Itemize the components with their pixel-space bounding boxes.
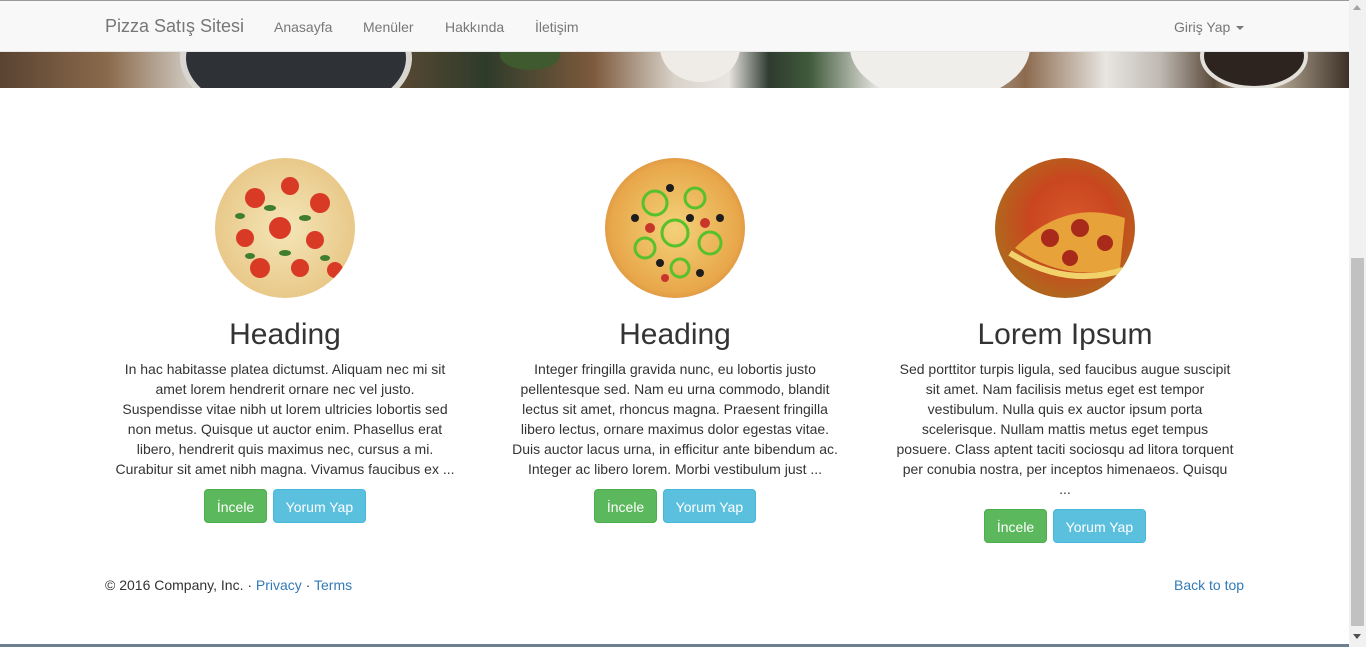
scrollbar-thumb[interactable] — [1351, 258, 1364, 626]
login-label: Giriş Yap — [1174, 19, 1231, 35]
feature-text: In hac habitasse platea dictumst. Aliqua… — [115, 361, 455, 477]
margherita-pizza-icon — [235, 177, 343, 278]
feature-heading: Heading — [619, 318, 731, 351]
yorum-yap-button[interactable]: Yorum Yap — [662, 489, 757, 523]
feature-text: Sed porttitor turpis ligula, sed faucibu… — [896, 361, 1234, 497]
footer-separator: · — [305, 577, 311, 593]
feature-column-3: Lorem Ipsum Sed porttitor turpis ligula,… — [895, 158, 1235, 543]
scroll-up-icon[interactable] — [1353, 5, 1361, 10]
navbar-brand[interactable]: Pizza Satış Sitesi — [105, 16, 244, 37]
plate-shape — [850, 52, 1030, 88]
feature-column-1: Heading In hac habitasse platea dictumst… — [115, 158, 455, 523]
glass-shape — [660, 52, 740, 82]
incele-button[interactable]: İncele — [983, 509, 1048, 543]
yorum-yap-button[interactable]: Yorum Yap — [1052, 509, 1147, 543]
bowl-shape — [500, 52, 560, 70]
copyright-text: © 2016 Company, Inc. · — [105, 577, 253, 593]
vegetable-pizza-image — [605, 158, 745, 298]
footer: © 2016 Company, Inc. · Privacy · Terms — [105, 577, 352, 593]
nav-link-iletisim[interactable]: İletişim — [535, 19, 579, 35]
vegetable-pizza-icon — [631, 184, 724, 282]
hero-banner-image — [0, 52, 1349, 88]
nav-link-anasayfa[interactable]: Anasayfa — [274, 19, 332, 35]
scroll-down-icon[interactable] — [1353, 634, 1361, 639]
plate-shape — [180, 52, 412, 88]
incele-button[interactable]: İncele — [593, 489, 658, 523]
incele-button[interactable]: İncele — [203, 489, 268, 523]
navbar: Pizza Satış Sitesi Anasayfa Menüler Hakk… — [0, 1, 1349, 52]
back-to-top-link[interactable]: Back to top — [1174, 577, 1244, 593]
feature-actions: İncele Yorum Yap — [895, 509, 1235, 543]
feature-actions: İncele Yorum Yap — [115, 489, 455, 523]
feature-heading: Lorem Ipsum — [977, 318, 1153, 351]
feature-actions: İncele Yorum Yap — [505, 489, 845, 523]
terms-link[interactable]: Terms — [314, 577, 352, 593]
bowl-shape — [1200, 52, 1308, 88]
nav-link-hakkinda[interactable]: Hakkında — [445, 19, 504, 35]
pepperoni-pizza-icon — [1008, 212, 1125, 280]
feature-text: Integer fringilla gravida nunc, eu lobor… — [512, 361, 838, 477]
caret-down-icon — [1236, 26, 1245, 31]
nav-link-menuler[interactable]: Menüler — [363, 19, 414, 35]
privacy-link[interactable]: Privacy — [256, 577, 302, 593]
login-dropdown[interactable]: Giriş Yap — [1174, 19, 1245, 35]
feature-heading: Heading — [229, 318, 341, 351]
margherita-pizza-image — [215, 158, 355, 298]
yorum-yap-button[interactable]: Yorum Yap — [272, 489, 367, 523]
pepperoni-pizza-image — [995, 158, 1135, 298]
feature-column-2: Heading Integer fringilla gravida nunc, … — [505, 158, 845, 523]
vertical-scrollbar[interactable] — [1349, 0, 1366, 647]
